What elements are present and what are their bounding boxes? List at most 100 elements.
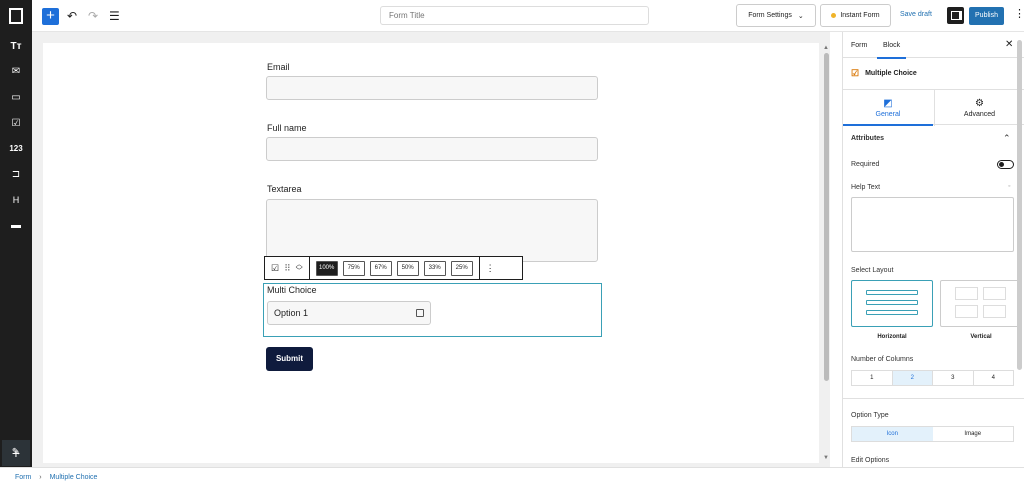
option-type-icon-button[interactable]: Icon <box>852 427 933 441</box>
scroll-up-icon[interactable]: ▲ <box>823 45 829 51</box>
width-33-button[interactable]: 33% <box>423 260 446 276</box>
move-arrows-icon[interactable]: ︿ ﹀ <box>296 261 303 275</box>
breadcrumb-root[interactable]: Form <box>15 474 31 481</box>
settings-panel-toggle-icon[interactable] <box>947 7 964 24</box>
submit-button[interactable]: Submit <box>266 347 313 371</box>
width-67-button[interactable]: 67% <box>369 260 392 276</box>
column-option[interactable]: 2 <box>892 371 933 385</box>
text-format-icon[interactable]: Tт <box>0 40 32 54</box>
column-option[interactable]: 3 <box>933 371 974 385</box>
divider <box>843 398 1024 399</box>
layout-bar <box>866 290 918 295</box>
scroll-down-icon[interactable]: ▼ <box>823 455 829 461</box>
option-type-selector: Icon Image <box>851 426 1014 442</box>
form-title-input[interactable] <box>380 6 649 25</box>
layout-horizontal-option[interactable] <box>851 280 933 327</box>
layout-bar <box>866 300 918 305</box>
status-dot-icon <box>831 13 837 18</box>
block-sidebar: Tт ✉ ▭ ☑ 123 ⊐ H ▬ + ✎ <box>0 32 32 467</box>
add-block-button[interactable]: + <box>42 8 59 25</box>
drag-handle-icon[interactable]: ⠿ <box>284 263 291 274</box>
breadcrumb-separator: › <box>39 474 42 481</box>
layout-cell <box>955 287 978 300</box>
edit-options-label: Edit Options <box>851 457 890 464</box>
tab-general-label: General <box>875 111 901 118</box>
help-text-label: Help Text <box>851 184 881 191</box>
button-icon[interactable]: ⊐ <box>0 168 32 182</box>
panel-subtabs: ◩ General ⚙ Advanced <box>843 89 1024 126</box>
layout-vertical-label: Vertical <box>970 334 992 340</box>
input-field-icon[interactable]: ▭ <box>0 91 32 105</box>
option-label: Option 1 <box>274 308 309 318</box>
number-icon[interactable]: 123 <box>0 142 32 156</box>
close-icon[interactable]: ✕ <box>1005 39 1013 50</box>
checkbox-icon[interactable] <box>416 309 424 317</box>
full-name-field[interactable] <box>266 137 598 161</box>
save-draft-button[interactable]: Save draft <box>900 11 932 18</box>
tab-block[interactable]: Block <box>877 42 907 59</box>
select-layout-label: Select Layout <box>851 267 894 274</box>
settings-panel: Form Block ✕ ☑ Multiple Choice ◩ General… <box>842 32 1024 467</box>
help-icon: ◦ <box>1008 183 1011 190</box>
breadcrumb: Form › Multiple Choice <box>0 467 1024 485</box>
brush-icon[interactable]: ✎ <box>0 446 32 460</box>
panel-tabs: Form Block ✕ <box>843 32 1024 59</box>
width-50-button[interactable]: 50% <box>396 260 419 276</box>
tab-form[interactable]: Form <box>851 42 867 49</box>
chevron-down-icon: ⌄ <box>797 12 804 20</box>
more-options-icon[interactable]: ⋮ <box>486 263 495 274</box>
help-text-input[interactable] <box>851 197 1014 252</box>
layout-icon: ◩ <box>883 98 893 109</box>
width-25-button[interactable]: 25% <box>450 260 473 276</box>
undo-icon[interactable]: ↶ <box>67 8 77 24</box>
publish-button[interactable]: Publish <box>969 7 1004 25</box>
checkbox-icon[interactable]: ☑ <box>0 117 32 131</box>
required-toggle[interactable] <box>997 160 1014 169</box>
breadcrumb-current[interactable]: Multiple Choice <box>50 474 98 481</box>
layout-vertical-option[interactable] <box>940 280 1022 327</box>
panel-scrollbar[interactable] <box>1017 40 1022 370</box>
multi-choice-block[interactable]: Multi Choice Option 1 <box>263 283 602 337</box>
multiple-choice-icon: ☑ <box>851 68 860 78</box>
more-options-icon[interactable]: ⋮ <box>1014 7 1024 20</box>
column-option[interactable]: 4 <box>974 371 1014 385</box>
top-toolbar: + ↶ ↷ ☰ Form Settings ⌄ Instant Form Sav… <box>0 0 1024 32</box>
instant-form-label: Instant Form <box>840 12 880 19</box>
block-more-container: ⋮ <box>480 257 501 279</box>
canvas-scrollbar[interactable] <box>824 53 829 381</box>
redo-icon[interactable]: ↷ <box>88 8 98 24</box>
attributes-heading: Attributes <box>851 135 885 142</box>
form-settings-label: Form Settings <box>748 12 792 19</box>
tab-general[interactable]: ◩ General <box>843 90 933 126</box>
textarea-label: Textarea <box>267 184 302 194</box>
multi-choice-label: Multi Choice <box>267 285 317 295</box>
gear-icon: ⚙ <box>975 98 984 109</box>
multiple-choice-icon[interactable]: ☑ <box>271 263 279 274</box>
width-selector: 100% 75% 67% 50% 33% 25% <box>310 257 480 279</box>
required-label: Required <box>851 161 880 168</box>
option-type-label: Option Type <box>851 412 889 419</box>
tab-advanced[interactable]: ⚙ Advanced <box>934 90 1024 126</box>
width-100-button[interactable]: 100% <box>315 260 338 276</box>
width-75-button[interactable]: 75% <box>342 260 365 276</box>
textarea-field[interactable] <box>266 199 598 262</box>
block-header: ☑ Multiple Choice <box>851 68 917 79</box>
email-icon[interactable]: ✉ <box>0 65 32 79</box>
heading-icon[interactable]: H <box>0 193 32 207</box>
columns-selector: 1 2 3 4 <box>851 370 1014 386</box>
layout-cell <box>983 287 1006 300</box>
form-settings-button[interactable]: Form Settings ⌄ <box>736 4 816 27</box>
email-label: Email <box>267 62 290 72</box>
instant-form-button[interactable]: Instant Form <box>820 4 891 27</box>
app-logo[interactable] <box>0 0 32 32</box>
list-view-icon[interactable]: ☰ <box>109 8 120 24</box>
layout-bar <box>866 310 918 315</box>
card-icon[interactable]: ▬ <box>0 219 32 233</box>
tab-advanced-label: Advanced <box>963 111 996 118</box>
option-item[interactable]: Option 1 <box>267 301 431 325</box>
email-field[interactable] <box>266 76 598 100</box>
column-option[interactable]: 1 <box>852 371 893 385</box>
chevron-up-icon[interactable]: ⌃ <box>1003 133 1011 144</box>
option-type-image-button[interactable]: Image <box>933 427 1014 441</box>
full-name-label: Full name <box>267 123 307 133</box>
